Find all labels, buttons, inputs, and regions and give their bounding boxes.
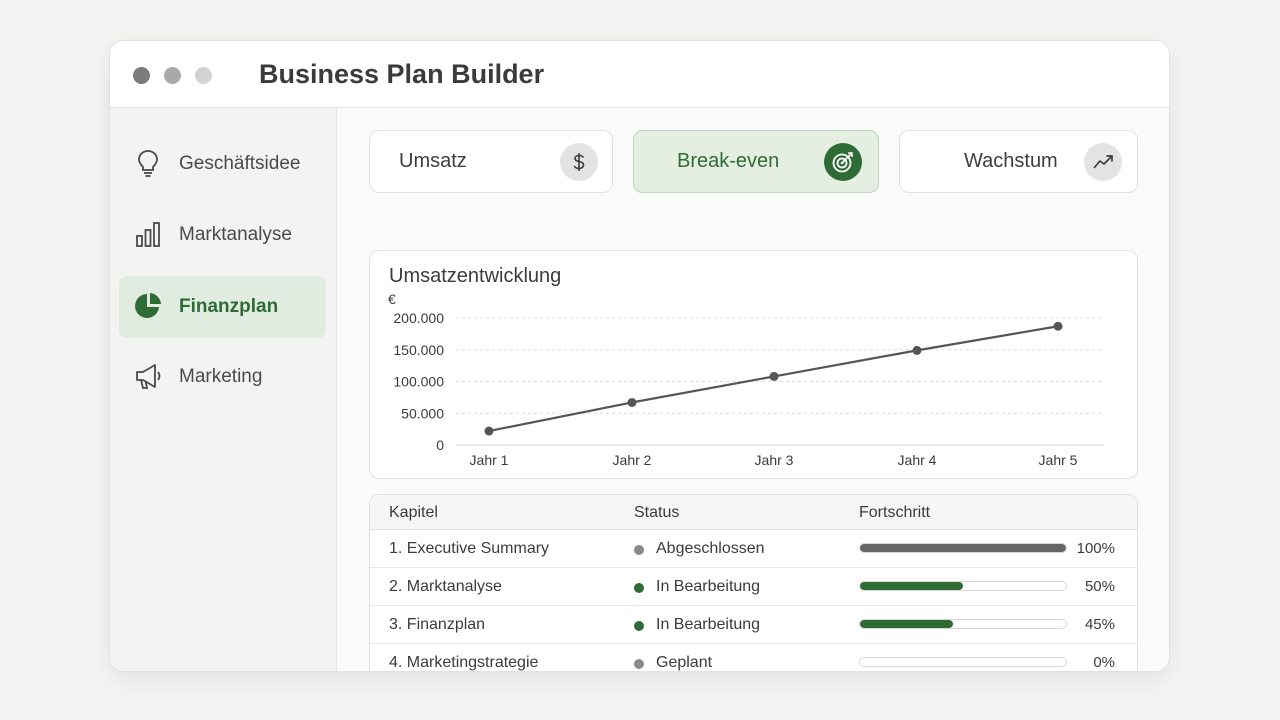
chapter-name: 2. Marktanalyse bbox=[389, 578, 502, 595]
tab-label: Break-even bbox=[677, 150, 780, 172]
sidebar-item-label: Marketing bbox=[179, 366, 263, 387]
tab-wachstum[interactable]: Wachstum bbox=[899, 130, 1138, 193]
x-tick-label: Jahr 4 bbox=[898, 452, 937, 468]
table-row[interactable]: 2. Marktanalyse In Bearbeitung 50% bbox=[370, 568, 1137, 606]
status-dot-icon bbox=[634, 621, 644, 631]
y-tick-label: 150.000 bbox=[393, 342, 444, 358]
progress-fill bbox=[860, 620, 953, 628]
revenue-chart-card: Umsatzentwicklung € 0 50.000 100.000 150.00… bbox=[369, 250, 1138, 479]
window-close-button[interactable] bbox=[133, 67, 150, 84]
dollar-icon bbox=[560, 143, 598, 181]
progress-bar bbox=[859, 543, 1067, 553]
y-tick-label: 200.000 bbox=[393, 310, 444, 326]
progress-fill bbox=[860, 582, 963, 590]
header-progress: Fortschritt bbox=[859, 504, 931, 521]
x-tick-label: Jahr 1 bbox=[470, 452, 509, 468]
revenue-line-chart: 0 50.000 100.000 150.000 200.000 Jahr 1 Jahr 2… bbox=[393, 310, 1104, 468]
window-maximize-button[interactable] bbox=[195, 67, 212, 84]
x-tick-label: Jahr 5 bbox=[1039, 452, 1078, 468]
status-label: Abgeschlossen bbox=[656, 540, 765, 557]
data-point[interactable] bbox=[769, 371, 779, 381]
sidebar-item-geschaeftsidee[interactable]: Geschäftsidee bbox=[119, 133, 326, 195]
sidebar-item-marktanalyse[interactable]: Marktanalyse bbox=[119, 204, 326, 266]
progress-percent: 0% bbox=[1093, 654, 1115, 671]
trending-up-icon bbox=[1084, 143, 1122, 181]
sidebar-item-label: Marktanalyse bbox=[179, 224, 292, 245]
tab-label: Umsatz bbox=[399, 150, 467, 172]
x-tick-label: Jahr 2 bbox=[613, 452, 652, 468]
x-tick-label: Jahr 3 bbox=[755, 452, 794, 468]
bar-chart-icon bbox=[136, 222, 160, 247]
data-point[interactable] bbox=[912, 345, 922, 355]
sidebar-item-marketing[interactable]: Marketing bbox=[119, 346, 326, 408]
header-chapter: Kapitel bbox=[389, 504, 438, 521]
status-dot-icon bbox=[634, 545, 644, 555]
y-tick-label: 0 bbox=[436, 437, 444, 453]
status-label: In Bearbeitung bbox=[656, 578, 761, 595]
header-status: Status bbox=[634, 504, 680, 521]
sidebar-item-finanzplan[interactable]: Finanzplan bbox=[119, 276, 326, 338]
window-minimize-button[interactable] bbox=[164, 67, 181, 84]
progress-percent: 50% bbox=[1084, 578, 1115, 595]
lightbulb-icon bbox=[138, 150, 158, 177]
sidebar-item-label: Finanzplan bbox=[179, 296, 279, 317]
y-tick-label: 100.000 bbox=[393, 374, 444, 390]
data-point[interactable] bbox=[627, 397, 637, 407]
status-dot-icon bbox=[634, 659, 644, 669]
data-point[interactable] bbox=[484, 426, 494, 436]
table-row[interactable]: 3. Finanzplan In Bearbeitung 45% bbox=[370, 606, 1137, 644]
status-label: In Bearbeitung bbox=[656, 616, 761, 633]
sidebar-item-label: Geschäftsidee bbox=[179, 153, 301, 174]
progress-bar bbox=[859, 657, 1067, 667]
chapter-name: 1. Executive Summary bbox=[389, 540, 550, 557]
status-dot-icon bbox=[634, 583, 644, 593]
table-row[interactable]: 1. Executive Summary Abgeschlossen 100% bbox=[370, 530, 1137, 568]
chapter-table: Kapitel Status Fortschritt 1. Executive … bbox=[369, 494, 1138, 671]
progress-percent: 100% bbox=[1076, 540, 1115, 557]
chapter-name: 4. Marketingstrategie bbox=[389, 654, 539, 671]
app-title: Business Plan Builder bbox=[259, 59, 545, 89]
status-label: Geplant bbox=[656, 654, 713, 671]
tab-label: Wachstum bbox=[964, 150, 1058, 172]
pie-chart-icon bbox=[135, 293, 161, 318]
y-tick-label: 50.000 bbox=[401, 405, 444, 421]
megaphone-icon bbox=[136, 364, 161, 389]
table-header: Kapitel Status Fortschritt bbox=[370, 495, 1137, 530]
progress-percent: 45% bbox=[1084, 616, 1115, 633]
app-window: Business Plan Builder Geschäftsidee Mark… bbox=[109, 40, 1170, 672]
tab-umsatz[interactable]: Umsatz bbox=[369, 130, 613, 193]
sidebar: Geschäftsidee Marktanalyse Finanzplan Ma… bbox=[110, 108, 337, 671]
data-point[interactable] bbox=[1053, 321, 1063, 331]
progress-bar bbox=[859, 619, 1067, 629]
chapter-name: 3. Finanzplan bbox=[389, 616, 486, 633]
table-row[interactable]: 4. Marketingstrategie Geplant 0% bbox=[370, 644, 1137, 671]
progress-bar bbox=[859, 581, 1067, 591]
main-content: Umsatz Break-even Wachstum Umsatzentwick… bbox=[338, 108, 1169, 671]
tab-break-even[interactable]: Break-even bbox=[633, 130, 879, 193]
title-bar: Business Plan Builder bbox=[110, 41, 1169, 108]
target-icon bbox=[824, 143, 862, 181]
progress-fill bbox=[860, 544, 1066, 552]
